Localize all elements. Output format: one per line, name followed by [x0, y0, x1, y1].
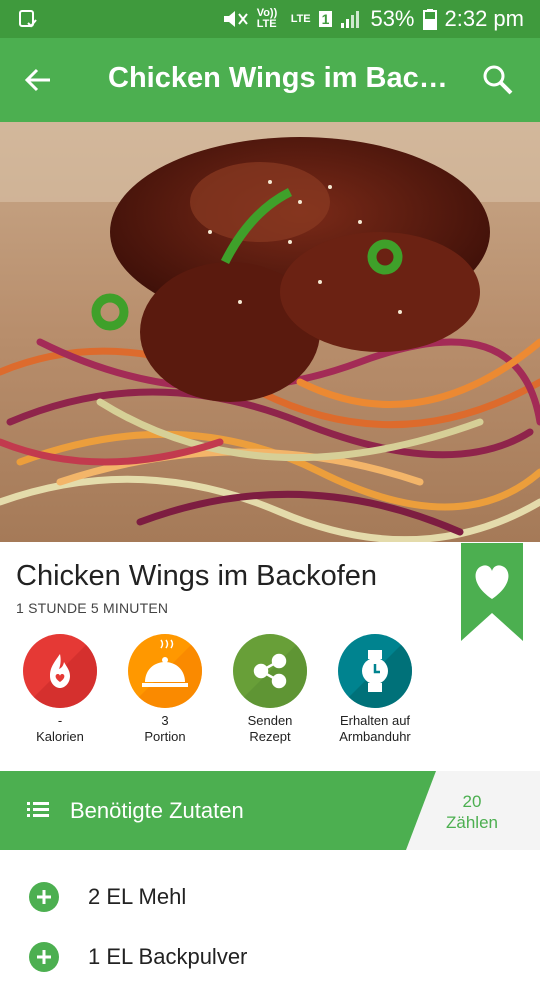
search-icon[interactable]	[480, 62, 516, 98]
favorite-bookmark-button[interactable]	[461, 543, 523, 641]
battery-percent: 53%	[370, 6, 415, 31]
recipe-title: Chicken Wings im Backofen	[16, 560, 378, 592]
portion-label: Portion	[144, 729, 186, 744]
add-icon[interactable]	[29, 942, 59, 972]
portion-circle	[128, 634, 202, 708]
battery-icon	[422, 9, 437, 30]
app-bar-title: Chicken Wings im Back…	[108, 62, 448, 94]
ingredient-text: 2 EL Mehl	[88, 884, 187, 909]
lte-label: LTE	[290, 13, 311, 25]
clock: 2:32 pm	[444, 6, 525, 31]
watch-label: Armbanduhr	[339, 729, 411, 744]
calories-label: Kalorien	[36, 729, 84, 744]
share-recipe-action[interactable]: Senden Rezept	[220, 634, 320, 745]
ingredients-header: Benötigte Zutaten 20 Zählen	[0, 771, 540, 850]
list-item[interactable]: 1 EL Backpulver	[0, 942, 540, 1002]
calories-icon	[50, 654, 70, 688]
list-item[interactable]: 2 EL Mehl	[0, 882, 540, 942]
recipe-actions: - Kalorien 3 Portion Senden Rezept Erhal…	[0, 634, 540, 754]
portion-value: 3	[161, 713, 169, 728]
portion-action[interactable]: 3 Portion	[115, 634, 215, 745]
ingredients-count-value: 20	[462, 792, 482, 811]
mute-icon	[223, 11, 248, 27]
back-arrow-icon[interactable]	[20, 62, 56, 98]
status-bar: Vo)) LTE LTE 1 53% 2:32 pm	[0, 0, 540, 38]
list-icon	[27, 802, 49, 817]
watch-circle	[338, 634, 412, 708]
calories-action[interactable]: - Kalorien	[10, 634, 110, 745]
ingredient-text: 1 EL Backpulver	[88, 944, 248, 969]
calories-value: -	[57, 713, 63, 728]
notification-icon	[19, 10, 37, 28]
signal-icon	[341, 11, 360, 28]
ingredients-header-label: Benötigte Zutaten	[70, 798, 244, 823]
share-value: Senden	[247, 713, 293, 728]
share-label: Rezept	[249, 729, 291, 744]
recipe-photo	[0, 122, 540, 542]
ingredients-count: 20 Zählen	[436, 791, 508, 833]
ingredients-count-label: Zählen	[446, 813, 498, 832]
add-icon[interactable]	[29, 882, 59, 912]
share-circle	[233, 634, 307, 708]
app-bar: Chicken Wings im Back…	[0, 38, 540, 122]
volte-label: Vo)) LTE	[256, 7, 278, 30]
watch-value: Erhalten auf	[339, 713, 411, 728]
sim-badge: 1	[318, 11, 333, 27]
recipe-duration: 1 STUNDE 5 MINUTEN	[16, 600, 169, 616]
calories-circle	[23, 634, 97, 708]
watch-action[interactable]: Erhalten auf Armbanduhr	[325, 634, 425, 745]
